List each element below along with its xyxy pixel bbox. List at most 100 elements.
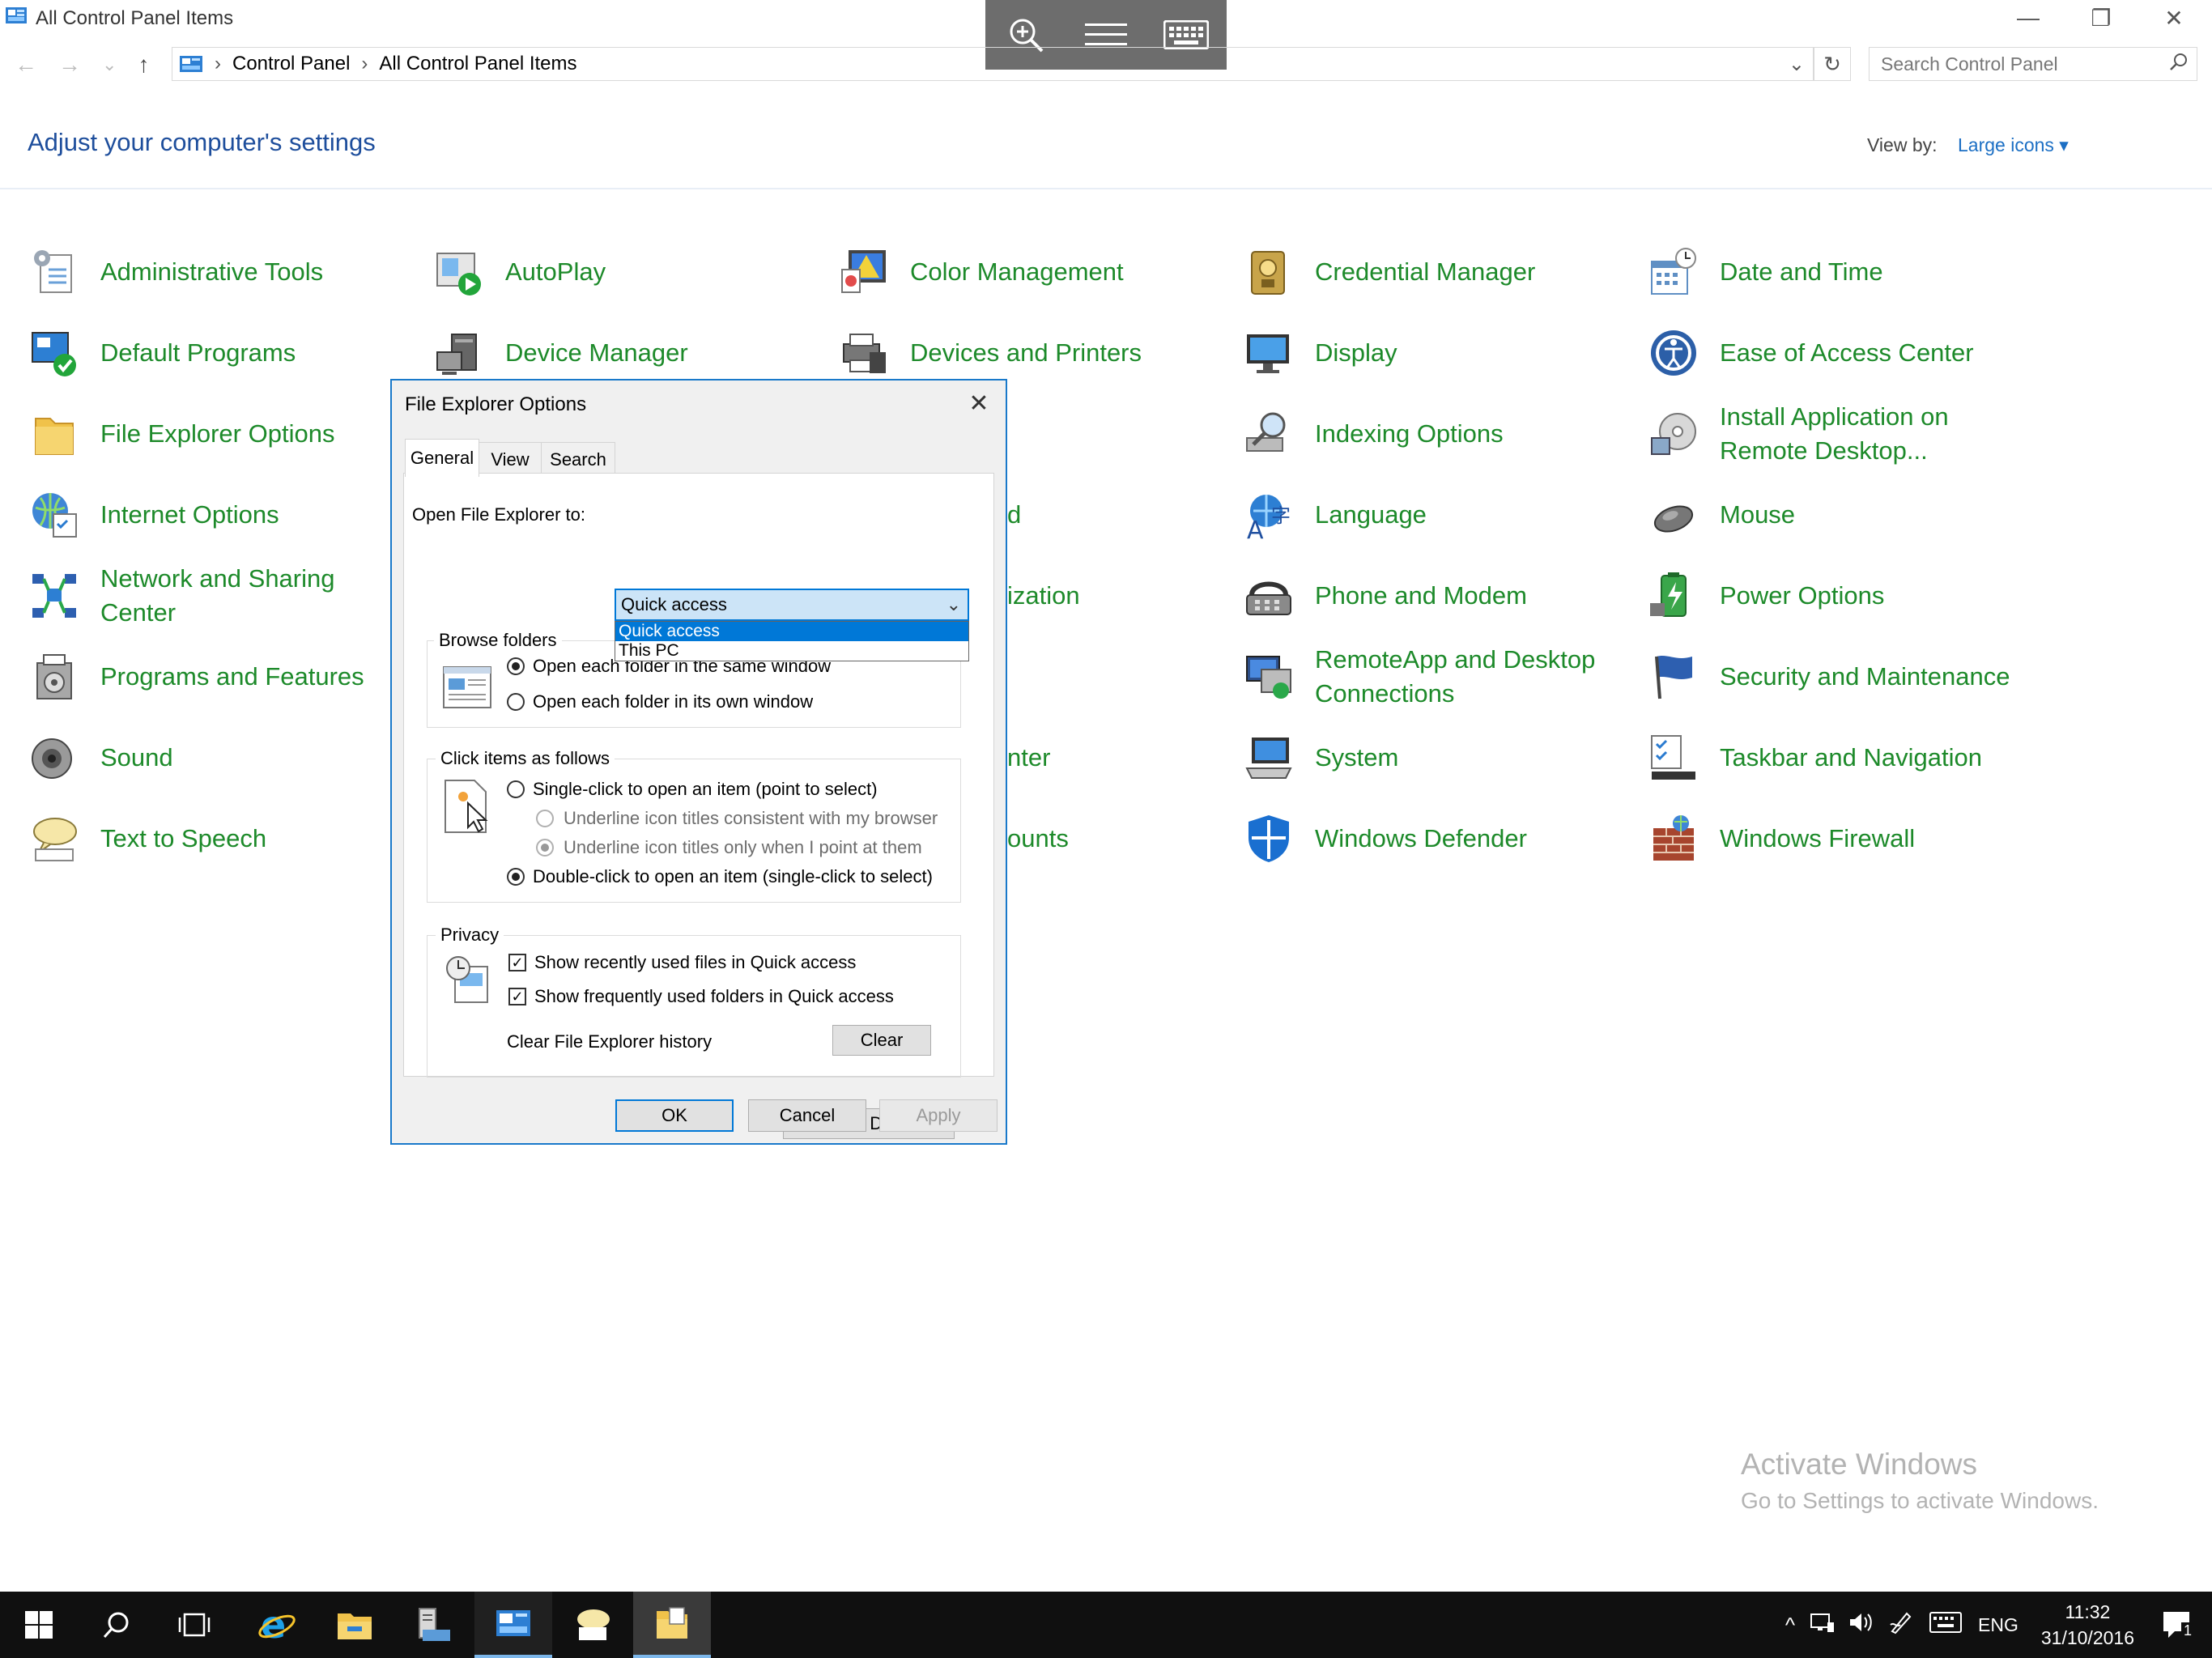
- cp-item-ease-of-access-center[interactable]: Ease of Access Center: [1648, 321, 2037, 385]
- breadcrumb-all-items[interactable]: All Control Panel Items: [379, 53, 576, 75]
- cp-item-system[interactable]: System: [1244, 725, 1632, 790]
- checkbox-frequent-folders[interactable]: ✓: [508, 988, 526, 1005]
- task-view-button[interactable]: [155, 1592, 233, 1658]
- cp-item-label: Text to Speech: [100, 824, 267, 852]
- activation-watermark-title: Activate Windows: [1741, 1448, 1977, 1481]
- checkbox-recent-files[interactable]: ✓: [508, 954, 526, 971]
- action-center-button[interactable]: 1: [2162, 1610, 2194, 1639]
- cp-item-windows-defender[interactable]: Windows Defender: [1244, 806, 1632, 871]
- search-icon: [2169, 52, 2189, 76]
- ok-button[interactable]: OK: [615, 1099, 734, 1132]
- radio-underline-browser: [536, 810, 554, 827]
- up-button[interactable]: ↑: [138, 52, 149, 78]
- start-button[interactable]: [0, 1592, 78, 1658]
- input-language[interactable]: ENG: [1978, 1614, 2018, 1636]
- cp-item-network-and-sharing-center[interactable]: Network and Sharing Center: [29, 563, 418, 628]
- cp-item-install-application-remote-desktop[interactable]: Install Application on Remote Desktop...: [1648, 402, 2037, 466]
- radio-same-window[interactable]: [507, 657, 525, 675]
- tab-general[interactable]: General: [405, 439, 479, 477]
- cp-item-internet-options[interactable]: Internet Options: [29, 483, 418, 547]
- taskbar-server-manager[interactable]: [395, 1592, 473, 1658]
- cancel-button[interactable]: Cancel: [748, 1099, 866, 1132]
- cp-item-default-programs[interactable]: Default Programs: [29, 321, 418, 385]
- tab-search[interactable]: Search: [541, 442, 615, 477]
- cp-item-administrative-tools[interactable]: Administrative Tools: [29, 240, 418, 304]
- radio-single-click[interactable]: [507, 780, 525, 798]
- general-tab-panel: Open File Explorer to: Quick access ⌄ Qu…: [403, 473, 994, 1139]
- cp-item-date-and-time[interactable]: Date and Time: [1648, 240, 2037, 304]
- breadcrumb-control-panel[interactable]: Control Panel: [232, 53, 350, 75]
- forward-button[interactable]: →: [58, 52, 81, 78]
- cp-item-security-and-maintenance[interactable]: Security and Maintenance: [1648, 644, 2037, 709]
- cp-item-windows-firewall[interactable]: Windows Firewall: [1648, 806, 2037, 871]
- cp-item-label: ization: [1007, 581, 1080, 610]
- security-maintenance-icon: [1648, 652, 1699, 702]
- cp-item-programs-and-features[interactable]: Programs and Features: [29, 644, 418, 709]
- restore-button[interactable]: ❐: [2065, 0, 2138, 36]
- cp-item-label: Security and Maintenance: [1720, 662, 2010, 691]
- dialog-close-button[interactable]: ✕: [960, 387, 998, 419]
- system-tray: ^ ENG 11:32 31/10/2016 1: [1785, 1592, 2212, 1658]
- control-panel-icon: [496, 1610, 530, 1636]
- refresh-button[interactable]: ↻: [1814, 47, 1851, 81]
- search-input[interactable]: Search Control Panel: [1869, 47, 2197, 81]
- dropdown-option-this-pc[interactable]: This PC: [615, 641, 968, 661]
- minimize-button[interactable]: —: [1992, 0, 2065, 36]
- cp-item-label: Credential Manager: [1315, 257, 1536, 286]
- click-items-legend: Click items as follows: [436, 748, 615, 769]
- open-to-select[interactable]: Quick access ⌄: [615, 589, 969, 621]
- dialog-title: File Explorer Options: [405, 393, 587, 415]
- cp-item-mouse[interactable]: Mouse: [1648, 483, 2037, 547]
- address-bar[interactable]: › Control Panel › All Control Panel Item…: [172, 47, 1814, 81]
- clock[interactable]: 11:32 31/10/2016: [2041, 1599, 2134, 1651]
- cp-item-language[interactable]: A字 Language: [1244, 483, 1632, 547]
- cp-item-label: Default Programs: [100, 338, 296, 367]
- cp-item-label: d: [1007, 500, 1022, 529]
- cp-item-device-manager[interactable]: Device Manager: [434, 321, 823, 385]
- cp-item-label: Mouse: [1720, 500, 1796, 529]
- radio-double-click[interactable]: [507, 868, 525, 886]
- taskbar-file-explorer[interactable]: [316, 1592, 393, 1658]
- cp-item-taskbar-and-navigation[interactable]: Taskbar and Navigation: [1648, 725, 2037, 790]
- back-button[interactable]: ←: [15, 52, 37, 78]
- search-button[interactable]: [78, 1592, 155, 1658]
- cp-item-file-explorer-options[interactable]: File Explorer Options: [29, 402, 418, 466]
- apply-button[interactable]: Apply: [879, 1099, 998, 1132]
- cp-item-sound[interactable]: Sound: [29, 725, 418, 790]
- taskbar-control-panel[interactable]: [474, 1592, 552, 1658]
- taskbar-internet-explorer[interactable]: e: [238, 1592, 316, 1658]
- cp-item-display[interactable]: Display: [1244, 321, 1632, 385]
- programs-features-icon: [29, 652, 79, 702]
- cp-item-power-options[interactable]: Power Options: [1648, 563, 2037, 628]
- cp-item-label: Date and Time: [1720, 257, 1883, 286]
- cp-item-indexing-options[interactable]: Indexing Options: [1244, 402, 1632, 466]
- open-to-selected-value: Quick access: [621, 594, 727, 614]
- tab-view[interactable]: View: [478, 442, 542, 477]
- cp-item-text-to-speech[interactable]: Text to Speech: [29, 806, 418, 871]
- clear-history-button[interactable]: Clear: [832, 1025, 931, 1056]
- show-hidden-icons-button[interactable]: ^: [1785, 1613, 1795, 1638]
- cp-item-label: Indexing Options: [1315, 419, 1504, 448]
- admin-tools-icon: [29, 247, 79, 297]
- touch-keyboard-icon[interactable]: [1929, 1612, 1963, 1638]
- volume-icon[interactable]: [1848, 1611, 1874, 1639]
- view-by-dropdown[interactable]: Large icons ▾: [1958, 134, 2069, 156]
- open-to-dropdown-list: Quick access This PC: [615, 621, 969, 661]
- cp-item-color-management[interactable]: Color Management: [839, 240, 1227, 304]
- cp-item-devices-and-printers[interactable]: Devices and Printers: [839, 321, 1227, 385]
- network-icon[interactable]: [1810, 1611, 1836, 1639]
- recent-locations-button[interactable]: ⌄: [102, 54, 117, 75]
- window-title: All Control Panel Items: [36, 7, 234, 29]
- taskbar-file-explorer-options[interactable]: [633, 1592, 711, 1658]
- dropdown-option-quick-access[interactable]: Quick access: [615, 622, 968, 641]
- cp-item-credential-manager[interactable]: Credential Manager: [1244, 240, 1632, 304]
- address-dropdown-icon[interactable]: ⌄: [1789, 53, 1805, 76]
- cp-item-autoplay[interactable]: AutoPlay: [434, 240, 823, 304]
- cp-item-remoteapp-desktop-connections[interactable]: RemoteApp and Desktop Connections: [1244, 644, 1632, 709]
- radio-own-window[interactable]: [507, 693, 525, 711]
- pen-icon[interactable]: [1889, 1610, 1913, 1639]
- taskbar-notepad[interactable]: [554, 1592, 632, 1658]
- text-to-speech-taskbar-icon: [577, 1609, 610, 1640]
- cp-item-phone-and-modem[interactable]: Phone and Modem: [1244, 563, 1632, 628]
- close-button[interactable]: ✕: [2138, 0, 2210, 36]
